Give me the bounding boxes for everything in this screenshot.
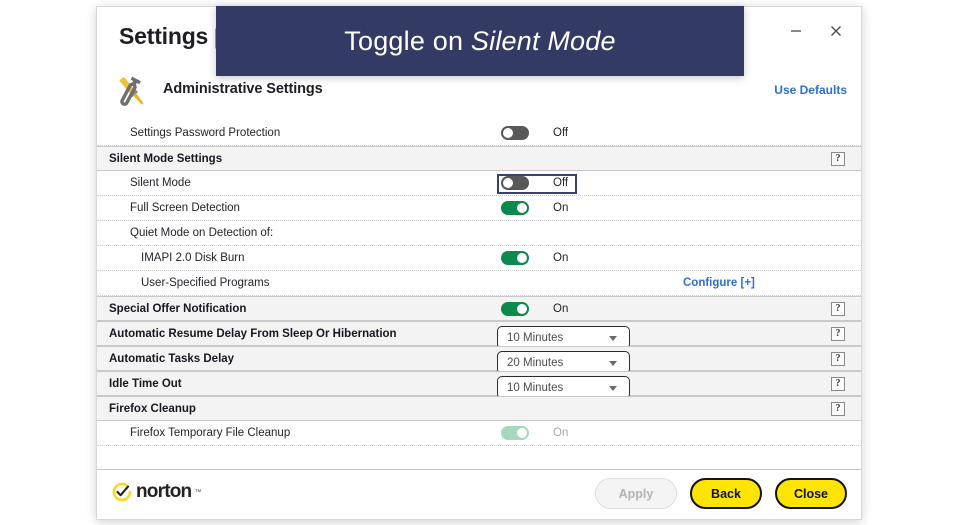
use-defaults-link[interactable]: Use Defaults <box>774 83 847 97</box>
norton-check-icon <box>112 482 132 502</box>
settings-row-label: Idle Time Out <box>109 377 182 390</box>
toggle-state-label: On <box>553 252 569 264</box>
settings-row-label: Special Offer Notification <box>109 302 247 315</box>
settings-row: Firefox Cleanup? <box>97 396 861 421</box>
settings-row-label: Silent Mode <box>130 177 191 189</box>
apply-button: Apply <box>595 478 677 509</box>
window-title-text: Settings <box>119 23 209 49</box>
toggle-cell <box>501 196 529 220</box>
close-button[interactable]: Close <box>775 478 847 509</box>
toggle-cell <box>501 421 529 445</box>
settings-row: Full Screen Detection On <box>97 196 861 221</box>
settings-row: Automatic Resume Delay From Sleep Or Hib… <box>97 321 861 349</box>
toggle-state-label: Off <box>553 127 569 139</box>
toggle-knob <box>517 203 527 213</box>
toggle-switch[interactable] <box>501 301 529 316</box>
window-footer: norton ™ Apply Back Close <box>97 469 861 519</box>
toggle-cell <box>501 246 529 270</box>
help-button[interactable]: ? <box>831 301 845 316</box>
settings-row-label: Full Screen Detection <box>130 202 240 214</box>
dropdown-value: 10 Minutes <box>507 331 564 344</box>
settings-row: Firefox Temporary File Cleanup On <box>97 421 861 446</box>
help-button[interactable]: ? <box>831 401 845 416</box>
toggle-switch[interactable] <box>501 251 529 265</box>
toggle-knob <box>517 428 527 438</box>
window-title: Settings [ <box>119 23 221 50</box>
toggle-knob <box>503 178 513 188</box>
instruction-banner-text: Toggle on Silent Mode <box>344 26 615 57</box>
settings-row-label: Firefox Cleanup <box>109 402 196 415</box>
settings-row-label: Silent Mode Settings <box>109 152 223 165</box>
minimize-icon[interactable] <box>785 20 807 42</box>
settings-row-label: Firefox Temporary File Cleanup <box>130 427 291 439</box>
settings-row-label: Automatic Resume Delay From Sleep Or Hib… <box>109 327 397 340</box>
toggle-switch[interactable] <box>501 126 529 140</box>
toggle-cell <box>501 297 529 320</box>
help-button[interactable]: ? <box>831 376 845 391</box>
toggle-state-label: On <box>553 202 569 214</box>
toggle-switch[interactable] <box>501 201 529 215</box>
window-controls <box>785 20 847 42</box>
help-button[interactable]: ? <box>831 351 845 366</box>
dropdown-value: 20 Minutes <box>507 356 564 369</box>
settings-row: IMAPI 2.0 Disk Burn On <box>97 246 861 271</box>
footer-buttons: Apply Back Close <box>595 478 847 509</box>
instruction-text-plain: Toggle on <box>344 25 471 56</box>
settings-row: Special Offer Notification On? <box>97 296 861 321</box>
settings-row-label: IMAPI 2.0 Disk Burn <box>141 252 245 264</box>
page-title: Administrative Settings <box>163 81 323 97</box>
settings-row: Settings Password Protection Off <box>97 121 861 146</box>
settings-row: Automatic Tasks Delay 20 Minutes? <box>97 346 861 374</box>
settings-row: Silent Mode Off <box>97 171 861 196</box>
wrench-screwdriver-icon <box>111 71 153 113</box>
back-button[interactable]: Back <box>690 478 762 509</box>
settings-row-label: User-Specified Programs <box>141 277 270 289</box>
help-button[interactable]: ? <box>831 151 845 166</box>
toggle-state-label: Off <box>553 177 569 189</box>
settings-list: Settings Password Protection Off Silent Mo… <box>97 121 861 446</box>
configure-link[interactable]: Configure [+] <box>683 271 755 295</box>
instruction-banner: Toggle on Silent Mode <box>216 6 744 76</box>
help-button[interactable]: ? <box>831 326 845 341</box>
instruction-text-emphasis: Silent Mode <box>470 25 616 56</box>
dropdown-value: 10 Minutes <box>507 381 564 394</box>
settings-row-label: Automatic Tasks Delay <box>109 352 235 365</box>
toggle-cell <box>501 121 529 145</box>
norton-logo: norton ™ <box>111 481 201 503</box>
toggle-switch[interactable] <box>501 176 529 190</box>
toggle-state-label: On <box>553 427 569 439</box>
norton-wordmark: norton <box>136 481 192 502</box>
toggle-switch <box>501 426 529 440</box>
settings-row-label: Quiet Mode on Detection of: <box>130 227 274 239</box>
settings-row: Idle Time Out 10 Minutes? <box>97 371 861 399</box>
toggle-knob <box>517 303 527 314</box>
norton-trademark: ™ <box>194 488 202 496</box>
chevron-down-icon <box>609 361 617 366</box>
toggle-knob <box>503 128 513 138</box>
toggle-state-label: On <box>553 302 569 315</box>
settings-row-label: Settings Password Protection <box>130 127 281 139</box>
settings-row: User-Specified Programs Configure [+] <box>97 271 861 296</box>
settings-row: Quiet Mode on Detection of: <box>97 221 861 246</box>
settings-row: Silent Mode Settings? <box>97 146 861 171</box>
toggle-cell <box>501 171 529 195</box>
settings-window: Settings [ <box>96 6 862 520</box>
chevron-down-icon <box>609 386 617 391</box>
close-icon[interactable] <box>825 20 847 42</box>
toggle-knob <box>517 253 527 263</box>
screenshot-root: Settings [ <box>0 0 955 525</box>
chevron-down-icon <box>609 336 617 341</box>
